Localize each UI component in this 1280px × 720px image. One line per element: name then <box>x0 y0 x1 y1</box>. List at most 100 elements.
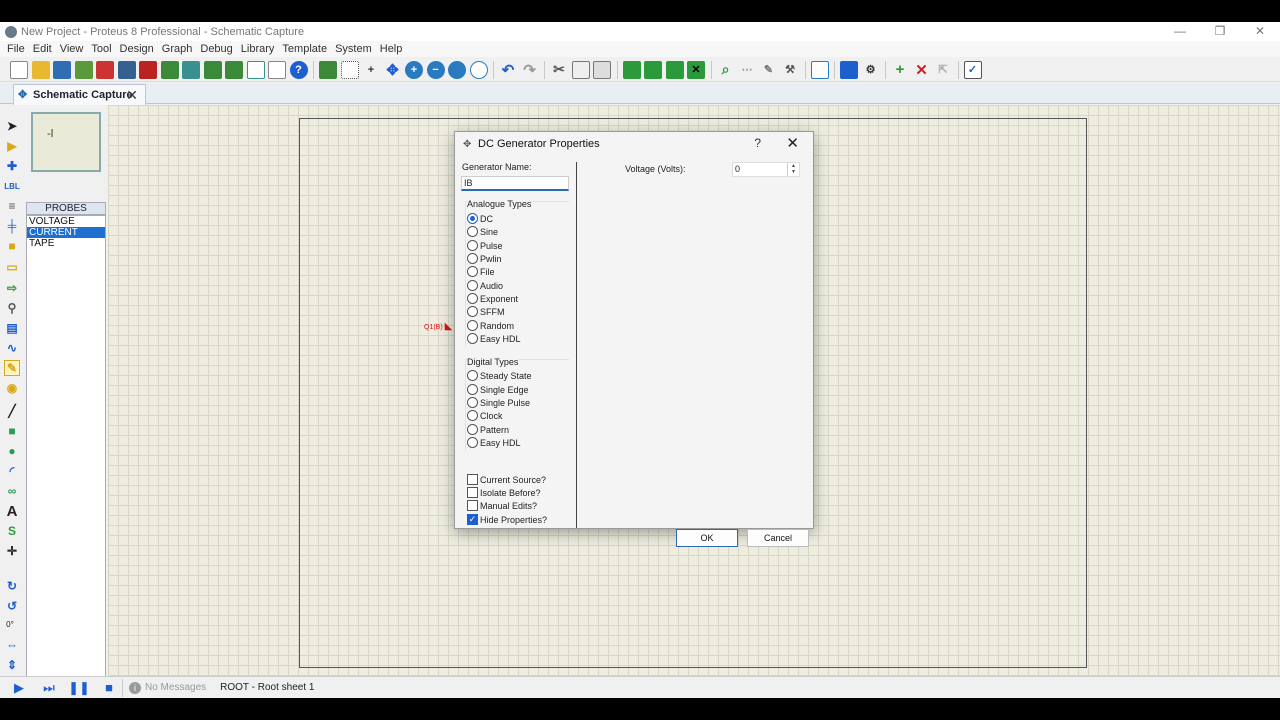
remove-sheet-icon[interactable]: ✕ <box>913 61 931 79</box>
menu-view[interactable]: View <box>56 43 88 55</box>
help-icon[interactable]: ? <box>289 60 308 79</box>
radio-pattern[interactable]: Pattern <box>467 424 509 435</box>
paste-icon[interactable] <box>593 60 611 79</box>
zoom-in-icon[interactable]: + <box>405 60 423 79</box>
radio-pwlin[interactable]: Pwlin <box>467 253 502 264</box>
buses-icon[interactable]: ╪ <box>4 218 20 234</box>
tape-recorder-icon[interactable]: ▤ <box>4 320 20 336</box>
save-icon[interactable] <box>53 60 71 79</box>
radio-random[interactable]: Random <box>467 320 514 331</box>
wire-autorouter-icon[interactable] <box>810 60 829 79</box>
radio-dc[interactable]: DC <box>467 213 493 224</box>
play-icon[interactable]: ▶ <box>10 680 28 696</box>
manual-edits-checkbox[interactable]: Manual Edits? <box>467 500 537 511</box>
source-code-icon[interactable] <box>268 60 286 79</box>
schematic-icon[interactable] <box>117 60 136 79</box>
symbol-icon[interactable]: S <box>4 523 20 539</box>
notes-icon[interactable] <box>246 60 265 79</box>
close-tab-icon[interactable]: ✕ <box>126 87 138 104</box>
spinner-icon[interactable]: ▲ ▼ <box>787 163 799 176</box>
radio-easy-hdl-digital[interactable]: Easy HDL <box>467 437 521 448</box>
list-item[interactable]: TAPE <box>27 238 105 249</box>
wire-label-icon[interactable]: LBL <box>4 178 20 194</box>
electrical-rule-check-icon[interactable]: ✓ <box>963 60 982 79</box>
radio-single-edge[interactable]: Single Edge <box>467 384 529 395</box>
junction-dot-icon[interactable]: ✚ <box>4 158 20 174</box>
menu-design[interactable]: Design <box>116 43 158 55</box>
rotation-angle[interactable]: 0° <box>2 616 18 632</box>
refresh-icon[interactable] <box>319 60 337 79</box>
dialog-close-button[interactable]: ✕ <box>786 134 799 152</box>
block-delete-icon[interactable]: ✕ <box>687 60 705 79</box>
hide-properties-checkbox[interactable]: ✓ Hide Properties? <box>467 514 547 525</box>
menu-library[interactable]: Library <box>237 43 279 55</box>
path-icon[interactable]: ∞ <box>4 483 20 499</box>
component-mode-icon[interactable]: ▶ <box>4 138 20 154</box>
pan-icon[interactable]: ✥ <box>384 61 402 79</box>
graph-icon[interactable]: ⚲ <box>4 300 20 316</box>
component-label[interactable]: Q1(B) ◣ <box>424 321 452 332</box>
overview-window[interactable]: -ǀ <box>31 112 101 172</box>
radio-exponent[interactable]: Exponent <box>467 293 518 304</box>
origin-icon[interactable]: + <box>362 61 380 79</box>
stop-icon[interactable]: ■ <box>100 680 118 696</box>
dialog-help-button[interactable]: ? <box>754 136 761 150</box>
radio-pulse[interactable]: Pulse <box>467 240 503 251</box>
block-rotate-icon[interactable] <box>665 60 684 79</box>
radio-audio[interactable]: Audio <box>467 280 503 291</box>
circle-icon[interactable]: ● <box>4 443 20 459</box>
zoom-all-icon[interactable] <box>448 60 466 79</box>
redo-icon[interactable]: ↷ <box>521 61 539 79</box>
exit-to-parent-icon[interactable]: ⇱ <box>934 61 952 79</box>
pick-device-icon[interactable]: ⌕ <box>717 61 735 79</box>
text-script-icon[interactable]: ≡ <box>4 198 20 214</box>
terminals-icon[interactable]: ▭ <box>4 259 20 275</box>
close-window-button[interactable]: ✕ <box>1240 22 1280 41</box>
subcircuit-icon[interactable]: ■ <box>4 238 20 254</box>
box-icon[interactable]: ■ <box>4 423 20 439</box>
list-item[interactable]: CURRENT <box>27 227 105 238</box>
radio-steady-state[interactable]: Steady State <box>467 370 532 381</box>
block-copy-icon[interactable] <box>622 60 641 79</box>
text-icon[interactable]: A <box>4 503 20 520</box>
decompose-icon[interactable]: ⚒ <box>781 61 799 79</box>
3d-viewer-icon[interactable] <box>160 60 179 79</box>
rotate-clockwise-icon[interactable]: ↻ <box>4 578 20 594</box>
radio-sffm[interactable]: SFFM <box>467 306 505 317</box>
radio-file[interactable]: File <box>467 266 495 277</box>
generator-name-input[interactable]: IB <box>461 176 569 191</box>
probe-mode-icon[interactable]: ✎ <box>4 360 20 376</box>
radio-sine[interactable]: Sine <box>467 226 498 237</box>
line-icon[interactable]: ╱ <box>4 403 20 419</box>
menu-help[interactable]: Help <box>376 43 407 55</box>
home-icon[interactable] <box>96 60 114 79</box>
virtual-instruments-icon[interactable]: ◉ <box>4 380 20 396</box>
open-folder-icon[interactable] <box>31 60 50 79</box>
flip-horizontal-icon[interactable]: ⇔ <box>4 637 20 653</box>
cut-icon[interactable]: ✂ <box>550 61 568 79</box>
cancel-button[interactable]: Cancel <box>747 529 809 547</box>
import-icon[interactable] <box>74 60 93 79</box>
menu-system[interactable]: System <box>331 43 376 55</box>
copy-icon[interactable] <box>571 60 590 79</box>
marker-icon[interactable]: ✛ <box>4 543 20 559</box>
radio-clock[interactable]: Clock <box>467 410 503 421</box>
new-sheet-icon[interactable]: + <box>891 61 909 79</box>
device-pins-icon[interactable]: ⇨ <box>4 280 20 296</box>
new-file-icon[interactable] <box>10 60 28 79</box>
ok-button[interactable]: OK <box>676 529 738 547</box>
menu-debug[interactable]: Debug <box>196 43 236 55</box>
gerber-icon[interactable] <box>182 60 200 79</box>
zoom-out-icon[interactable]: − <box>426 60 445 79</box>
rotate-anticlockwise-icon[interactable]: ↺ <box>4 598 20 614</box>
arc-icon[interactable]: ◜ <box>4 463 20 479</box>
zoom-area-icon[interactable] <box>469 60 488 79</box>
property-assignment-icon[interactable]: ⚙ <box>862 61 880 79</box>
undo-icon[interactable]: ↶ <box>499 61 517 79</box>
block-move-icon[interactable] <box>644 60 662 79</box>
packaging-tool-icon[interactable]: ✎ <box>760 61 778 79</box>
design-explorer-icon[interactable] <box>203 60 222 79</box>
isolate-before-checkbox[interactable]: Isolate Before? <box>467 487 541 498</box>
menu-file[interactable]: File <box>3 43 29 55</box>
radio-single-pulse[interactable]: Single Pulse <box>467 397 530 408</box>
